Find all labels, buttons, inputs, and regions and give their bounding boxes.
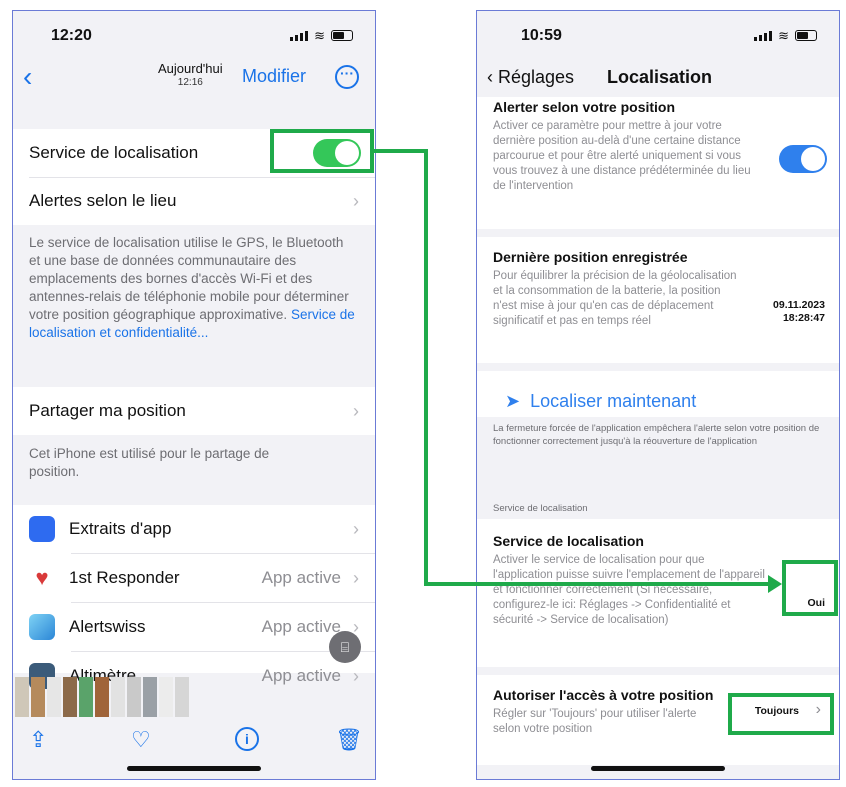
status-icons: ≋ — [754, 28, 817, 43]
signal-icon — [290, 31, 309, 41]
back-label: Réglages — [498, 67, 575, 87]
app-status: App active — [261, 666, 341, 685]
app-name: 1st Responder — [69, 568, 180, 587]
section-header: Service de localisation — [493, 503, 588, 514]
app-status: App active — [261, 617, 341, 636]
heart-icon: ♥ — [29, 565, 55, 591]
connector-line — [424, 149, 428, 586]
alert-position-title: Alerter selon votre position — [493, 99, 676, 115]
locate-now-label: Localiser maintenant — [530, 391, 697, 411]
arrow-head-icon — [768, 575, 782, 593]
chevron-right-icon: › — [353, 567, 359, 588]
chevron-right-icon: › — [353, 665, 359, 686]
connector-line — [372, 149, 428, 153]
wifi-icon: ≋ — [314, 28, 325, 43]
app-name: Extraits d'app — [69, 519, 172, 538]
battery-icon — [331, 30, 353, 41]
time-label: 12:16 — [177, 77, 203, 88]
home-indicator — [591, 766, 725, 771]
status-bar: 10:59 ≋ — [477, 11, 839, 55]
photo-thumbnail-strip[interactable] — [13, 673, 213, 721]
app-row-1st-responder[interactable]: ♥ 1st Responder App active › — [29, 554, 375, 602]
favorite-heart-icon[interactable]: ♡ — [131, 727, 151, 753]
page-title: Localisation — [607, 67, 713, 87]
connector-line — [424, 582, 770, 586]
chevron-right-icon: › — [353, 190, 359, 211]
highlight-toujours-value — [728, 693, 834, 735]
chevron-right-icon: › — [353, 518, 359, 539]
share-footnote: Cet iPhone est utilisé pour le partage d… — [29, 446, 270, 479]
signal-icon — [754, 31, 773, 41]
trash-icon[interactable]: 🗑 — [335, 727, 363, 753]
alert-position-desc: Activer ce paramètre pour mettre à jour … — [493, 120, 751, 192]
last-position-desc: Pour équilibrer la précision de la géolo… — [493, 270, 737, 327]
highlight-location-toggle — [270, 129, 374, 173]
app-row-alertswiss[interactable]: Alertswiss App active › — [29, 603, 375, 651]
last-position-title: Dernière position enregistrée — [493, 249, 688, 265]
share-position-row[interactable]: Partager ma position › — [29, 387, 375, 435]
app-name: Alertswiss — [69, 617, 146, 636]
alerts-by-place-row[interactable]: Alertes selon le lieu › — [29, 177, 375, 225]
info-icon[interactable]: i — [235, 727, 259, 751]
status-time: 10:59 — [521, 27, 562, 44]
last-position-card: Dernière position enregistrée Pour équil… — [477, 237, 839, 363]
authorize-desc: Régler sur 'Toujours' pour utiliser l'al… — [493, 708, 697, 735]
location-service-label: Service de localisation — [29, 143, 199, 162]
battery-icon — [795, 30, 817, 41]
live-text-icon[interactable]: ⌸ — [329, 631, 361, 663]
alert-position-toggle[interactable] — [779, 145, 827, 173]
alertswiss-icon — [29, 614, 55, 640]
apps-list: Extraits d'app › ♥ 1st Responder App act… — [13, 505, 375, 689]
share-group: Partager ma position › — [13, 387, 375, 435]
chevron-left-icon: ‹ — [487, 67, 498, 87]
status-time: 12:20 — [51, 27, 92, 44]
right-phone-screen: 10:59 ≋ ‹ Réglages Localisation Alerter … — [476, 10, 840, 780]
chevron-right-icon: › — [353, 400, 359, 421]
photo-nav-bar: ‹ Aujourd'hui 12:16 Modifier ··· — [13, 55, 375, 105]
more-options-icon[interactable]: ··· — [335, 65, 359, 89]
locate-now-button[interactable]: ➤ Localiser maintenant — [505, 391, 696, 412]
highlight-oui-value — [782, 560, 838, 616]
share-icon[interactable]: ⇪ — [29, 727, 47, 753]
photo-date: Aujourd'hui 12:16 — [158, 61, 223, 88]
settings-nav-bar: ‹ Réglages Localisation — [477, 55, 839, 99]
authorize-title: Autoriser l'accès à votre position — [493, 687, 714, 703]
photo-toolbar: ⇪ ♡ i 🗑 — [13, 723, 375, 763]
app-clips-icon — [29, 516, 55, 542]
location-service-desc: Activer le service de localisation pour … — [493, 554, 765, 626]
app-status: App active — [261, 568, 341, 587]
alert-position-card: Alerter selon votre position Activer ce … — [477, 97, 839, 229]
location-service-title: Service de localisation — [493, 533, 644, 549]
last-position-date: 09.11.2023 — [773, 299, 825, 311]
app-row-extraits[interactable]: Extraits d'app › — [29, 505, 375, 553]
location-arrow-icon: ➤ — [505, 391, 521, 411]
last-position-time: 18:28:47 — [782, 312, 825, 324]
back-button[interactable]: ‹ Réglages — [487, 67, 574, 88]
date-label: Aujourd'hui — [158, 61, 223, 76]
status-icons: ≋ — [290, 28, 353, 43]
location-footnote: Le service de localisation utilise le GP… — [29, 234, 357, 342]
home-indicator — [127, 766, 261, 771]
back-chevron-icon[interactable]: ‹ — [23, 61, 32, 93]
alerts-by-place-label: Alertes selon le lieu — [29, 191, 177, 210]
share-position-label: Partager ma position — [29, 401, 186, 420]
status-bar: 12:20 ≋ — [13, 11, 375, 55]
last-position-timestamp: 09.11.2023 18:28:47 — [773, 299, 825, 325]
wifi-icon: ≋ — [778, 28, 789, 43]
left-phone-screen: 12:20 ≋ ‹ Aujourd'hui 12:16 Modifier ···… — [12, 10, 376, 780]
force-close-note: La fermeture forcée de l'application emp… — [493, 423, 820, 447]
modifier-button[interactable]: Modifier — [242, 66, 306, 87]
